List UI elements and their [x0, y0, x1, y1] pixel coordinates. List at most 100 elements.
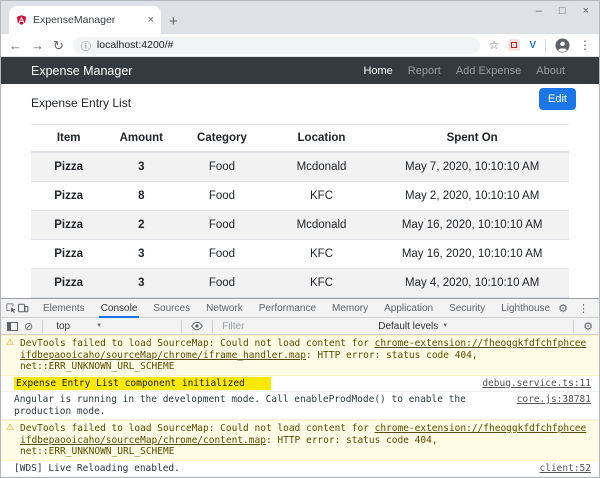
edit-button[interactable]: Edit	[539, 88, 576, 110]
table-row: Pizza 3 Food Mcdonald May 7, 2020, 10:10…	[31, 151, 569, 182]
toolbar-separator	[42, 319, 44, 333]
browser-window: ExpenseManager × + – □ × ← → ↻ ⓘ localho…	[0, 0, 600, 478]
toolbar-separator	[212, 319, 214, 333]
app-navbar: Expense Manager Home Report Add Expense …	[1, 57, 599, 84]
console-warning-message: ⚠ DevTools failed to load SourceMap: Cou…	[1, 420, 599, 461]
bookmark-star-icon[interactable]: ☆	[489, 38, 500, 52]
inspect-element-icon[interactable]	[5, 301, 17, 316]
url-text: localhost:4200/#	[96, 39, 174, 51]
cell-category: Food	[176, 268, 268, 298]
new-tab-button[interactable]: +	[169, 13, 178, 30]
devtools-settings-icon[interactable]: ⚙	[558, 302, 568, 315]
table-row: Pizza 8 Food KFC May 2, 2020, 10:10:10 A…	[31, 181, 569, 211]
console-log-message: [WDS] Live Reloading enabled. client:52	[1, 461, 599, 477]
forward-button[interactable]: →	[31, 39, 44, 52]
devtools-tab-memory[interactable]: Memory	[324, 299, 376, 318]
message-text: [WDS] Live Reloading enabled.	[14, 462, 180, 474]
devtools-menu-icon[interactable]: ⋮	[578, 302, 589, 315]
col-header-spent-on: Spent On	[375, 124, 569, 153]
table-row: Pizza 2 Food Mcdonald May 16, 2020, 10:1…	[31, 210, 569, 240]
tab-close-icon[interactable]: ×	[148, 14, 154, 26]
table-row: Pizza 3 Food KFC May 4, 2020, 10:10:10 A…	[31, 268, 569, 298]
window-maximize-button[interactable]: □	[559, 5, 566, 17]
message-text: DevTools failed to load SourceMap: Could…	[20, 423, 375, 434]
cell-spent-on: May 16, 2020, 10:10:10 AM	[375, 210, 569, 240]
browser-tab[interactable]: ExpenseManager ×	[9, 6, 161, 34]
console-filter-input[interactable]	[222, 320, 373, 332]
table-row: Pizza 3 Food KFC May 16, 2020, 10:10:10 …	[31, 239, 569, 269]
cell-spent-on: May 16, 2020, 10:10:10 AM	[375, 239, 569, 269]
live-expression-eye-icon[interactable]	[191, 321, 204, 331]
cell-category: Food	[176, 181, 268, 211]
browser-tab-strip: ExpenseManager × + – □ ×	[1, 1, 599, 34]
cell-amount: 3	[106, 239, 177, 269]
console-warning-message: ⚠ DevTools failed to load SourceMap: Cou…	[1, 335, 599, 376]
page-title: Expense Entry List	[31, 96, 132, 110]
app-brand[interactable]: Expense Manager	[31, 64, 132, 78]
cell-item: Pizza	[31, 181, 107, 211]
devtools-tab-elements[interactable]: Elements	[35, 299, 93, 318]
devtools-tab-bar: Elements Console Sources Network Perform…	[1, 299, 599, 318]
source-link[interactable]: debug.service.ts:11	[482, 378, 591, 390]
source-link[interactable]: core.js:38781	[517, 394, 591, 406]
toolbar-separator	[545, 38, 546, 52]
devtools-tab-network[interactable]: Network	[198, 299, 251, 318]
back-button[interactable]: ←	[9, 39, 22, 52]
cell-spent-on: May 7, 2020, 10:10:10 AM	[375, 151, 569, 182]
console-toolbar: ⊘ top ▼ Default levels ▼ ⚙	[1, 318, 599, 335]
browser-menu-icon[interactable]: ⋮	[579, 38, 591, 52]
address-bar[interactable]: ⓘ localhost:4200/#	[72, 36, 480, 54]
extension-icon[interactable]	[508, 39, 521, 51]
cell-spent-on: May 4, 2020, 10:10:10 AM	[375, 268, 569, 298]
cell-location: KFC	[267, 268, 376, 298]
browser-toolbar: ← → ↻ ⓘ localhost:4200/# ☆ V ⋮	[1, 34, 599, 57]
cell-item: Pizza	[31, 210, 107, 240]
cell-item: Pizza	[31, 151, 107, 182]
devtools-tab-security[interactable]: Security	[441, 299, 493, 318]
message-text: Angular is running in the development mo…	[14, 394, 466, 417]
log-levels-selector[interactable]: Default levels ▼	[378, 321, 448, 332]
cell-location: KFC	[267, 239, 376, 269]
col-header-item: Item	[31, 124, 107, 153]
profile-avatar-icon[interactable]	[555, 37, 570, 53]
expense-table: Item Amount Category Location Spent On P…	[31, 124, 569, 298]
nav-home[interactable]: Home	[363, 65, 392, 77]
reload-button[interactable]: ↻	[53, 39, 64, 52]
extension-v-icon[interactable]: V	[529, 40, 536, 51]
site-info-icon[interactable]: ⓘ	[81, 38, 91, 53]
chevron-down-icon: ▼	[442, 323, 449, 329]
toolbar-separator	[181, 319, 183, 333]
nav-about[interactable]: About	[536, 65, 565, 77]
cell-location: Mcdonald	[267, 210, 376, 240]
cell-category: Food	[176, 239, 268, 269]
chevron-down-icon: ▼	[96, 323, 103, 329]
cell-item: Pizza	[31, 268, 107, 298]
devtools-tab-console[interactable]: Console	[93, 299, 146, 318]
console-log-message: Angular is running in the development mo…	[1, 392, 599, 420]
cell-location: KFC	[267, 181, 376, 211]
devtools-tab-application[interactable]: Application	[376, 299, 441, 318]
devtools-tab-lighthouse[interactable]: Lighthouse	[493, 299, 558, 318]
warning-icon: ⚠	[6, 423, 15, 433]
cell-category: Food	[176, 151, 268, 182]
cell-spent-on: May 2, 2020, 10:10:10 AM	[375, 181, 569, 211]
console-output: ⚠ DevTools failed to load SourceMap: Cou…	[1, 335, 599, 477]
devtools-tab-sources[interactable]: Sources	[145, 299, 198, 318]
nav-report[interactable]: Report	[408, 65, 441, 77]
app-nav-links: Home Report Add Expense About	[363, 65, 569, 77]
window-close-button[interactable]: ×	[583, 5, 589, 17]
console-settings-icon[interactable]: ⚙	[583, 320, 593, 333]
console-sidebar-toggle-icon[interactable]	[7, 321, 18, 331]
console-log-message: Expense Entry List component initialized…	[1, 376, 599, 392]
source-link[interactable]: client:52	[540, 463, 591, 475]
devtools-tab-performance[interactable]: Performance	[251, 299, 324, 318]
nav-add-expense[interactable]: Add Expense	[456, 65, 521, 77]
message-text: DevTools failed to load SourceMap: Could…	[20, 338, 375, 349]
cell-location: Mcdonald	[267, 151, 376, 182]
context-selector[interactable]: top ▼	[52, 321, 172, 332]
window-minimize-button[interactable]: –	[536, 5, 542, 17]
levels-selected-value: Default levels	[378, 320, 439, 332]
clear-console-icon[interactable]: ⊘	[24, 320, 33, 333]
cell-item: Pizza	[31, 239, 107, 269]
device-toolbar-icon[interactable]	[17, 301, 29, 316]
